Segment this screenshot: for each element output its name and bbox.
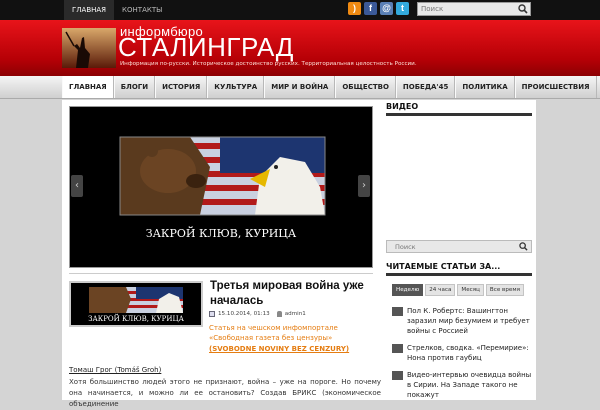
site-tagline: Информация по-русски. Историческое досто… (120, 61, 417, 67)
nav-item-blogs[interactable]: БЛОГИ (113, 76, 156, 98)
sidebar-search-input[interactable] (387, 241, 515, 252)
list-item[interactable]: Видео-интервью очевидца войны в Сирии. Н… (392, 370, 532, 400)
thumbnail-caption: ЗАКРОЙ КЛЮВ, КУРИЦА (88, 315, 184, 323)
video-widget[interactable] (386, 118, 532, 236)
top-search-input[interactable] (418, 3, 517, 15)
slider-prev-arrow[interactable]: ‹ (71, 175, 83, 197)
tab-week[interactable]: Неделю (392, 284, 424, 296)
tab-month[interactable]: Месяц (457, 284, 484, 296)
list-item[interactable]: Стрелков, сводка. «Перемирие»: Нона прот… (392, 343, 532, 363)
list-item-title[interactable]: Пол К. Робертс: Вашингтон заразил мир бе… (407, 306, 532, 336)
list-item[interactable]: Пол К. Робертс: Вашингтон заразил мир бе… (392, 306, 532, 336)
bear-eagle-image (119, 136, 326, 216)
main-nav: ГЛАВНАЯ БЛОГИ ИСТОРИЯ КУЛЬТУРА МИР И ВОЙ… (0, 76, 600, 99)
logo-title[interactable]: СТАЛИНГРАД (118, 33, 294, 61)
nav-item-incidents[interactable]: ПРОИСШЕСТВИЯ (514, 76, 597, 98)
nav-item-society[interactable]: ОБЩЕСТВО (335, 76, 396, 98)
twitter-icon[interactable]: t (396, 2, 409, 15)
article-thumbnail (392, 307, 403, 316)
search-icon[interactable] (519, 242, 528, 251)
rss-icon[interactable]: ) (348, 2, 361, 15)
top-nav-home-link[interactable]: ГЛАВНАЯ (64, 0, 115, 20)
popular-widget-title: ЧИТАЕМЫЕ СТАТЬИ ЗА... (386, 262, 532, 276)
email-icon[interactable]: @ (380, 2, 393, 15)
nav-item-world-war[interactable]: МИР И ВОЙНА (264, 76, 336, 98)
source-link[interactable]: (SVOBODNE NOVINY BEZ CENZURY) (209, 345, 349, 353)
tab-24h[interactable]: 24 часа (425, 284, 456, 296)
nav-item-culture[interactable]: КУЛЬТУРА (207, 76, 265, 98)
nav-item-politics[interactable]: ПОЛИТИКА (455, 76, 515, 98)
post-author[interactable]: admin1 (285, 311, 306, 317)
divider (69, 273, 373, 274)
featured-slider[interactable]: ЗАКРОЙ КЛЮВ, КУРИЦА ‹ › (69, 106, 373, 268)
popular-tabs: Неделю 24 часа Месяц Все время (392, 284, 524, 296)
slider-caption: ЗАКРОЙ КЛЮВ, КУРИЦА (145, 227, 297, 240)
top-nav: ГЛАВНАЯ КОНТАКТЫ (64, 0, 170, 20)
user-icon (276, 311, 282, 317)
video-widget-title: ВИДЕО (386, 102, 532, 116)
tab-all-time[interactable]: Все время (485, 284, 524, 296)
nav-item-victory45[interactable]: ПОБЕДА'45 (395, 76, 456, 98)
post-thumbnail[interactable]: ЗАКРОЙ КЛЮВ, КУРИЦА (69, 281, 203, 327)
list-item-title[interactable]: Видео-интервью очевидца войны в Сирии. Н… (407, 370, 532, 400)
top-nav-contacts-link[interactable]: КОНТАКТЫ (114, 0, 170, 20)
post-body: Хотя большинство людей этого не признают… (69, 378, 381, 408)
social-icons: ) f @ t (348, 2, 409, 15)
popular-list: Пол К. Робертс: Вашингтон заразил мир бе… (392, 306, 532, 407)
article-thumbnail (392, 344, 403, 353)
top-search-box (417, 2, 531, 16)
article-thumbnail (392, 371, 403, 380)
nav-item-home[interactable]: ГЛАВНАЯ (62, 76, 114, 98)
post-date: 15.10.2014, 01:13 (218, 311, 270, 317)
facebook-icon[interactable]: f (364, 2, 377, 15)
nav-item-history[interactable]: ИСТОРИЯ (155, 76, 208, 98)
sidebar-search-box (386, 240, 532, 253)
post-meta: 15.10.2014, 01:13 admin1 (209, 311, 306, 317)
list-item-title[interactable]: Стрелков, сводка. «Перемирие»: Нона прот… (407, 343, 532, 363)
monument-logo-image[interactable] (62, 28, 116, 68)
calendar-icon (209, 311, 215, 317)
slider-next-arrow[interactable]: › (358, 175, 370, 197)
post-title[interactable]: Третья мировая война уже началась (210, 279, 370, 309)
search-icon[interactable] (518, 4, 528, 14)
post-byline[interactable]: Томаш Грог (Tomáš Groh) (69, 366, 161, 374)
post-excerpt: Статья на чешском инфомпортале «Свободна… (209, 324, 338, 342)
